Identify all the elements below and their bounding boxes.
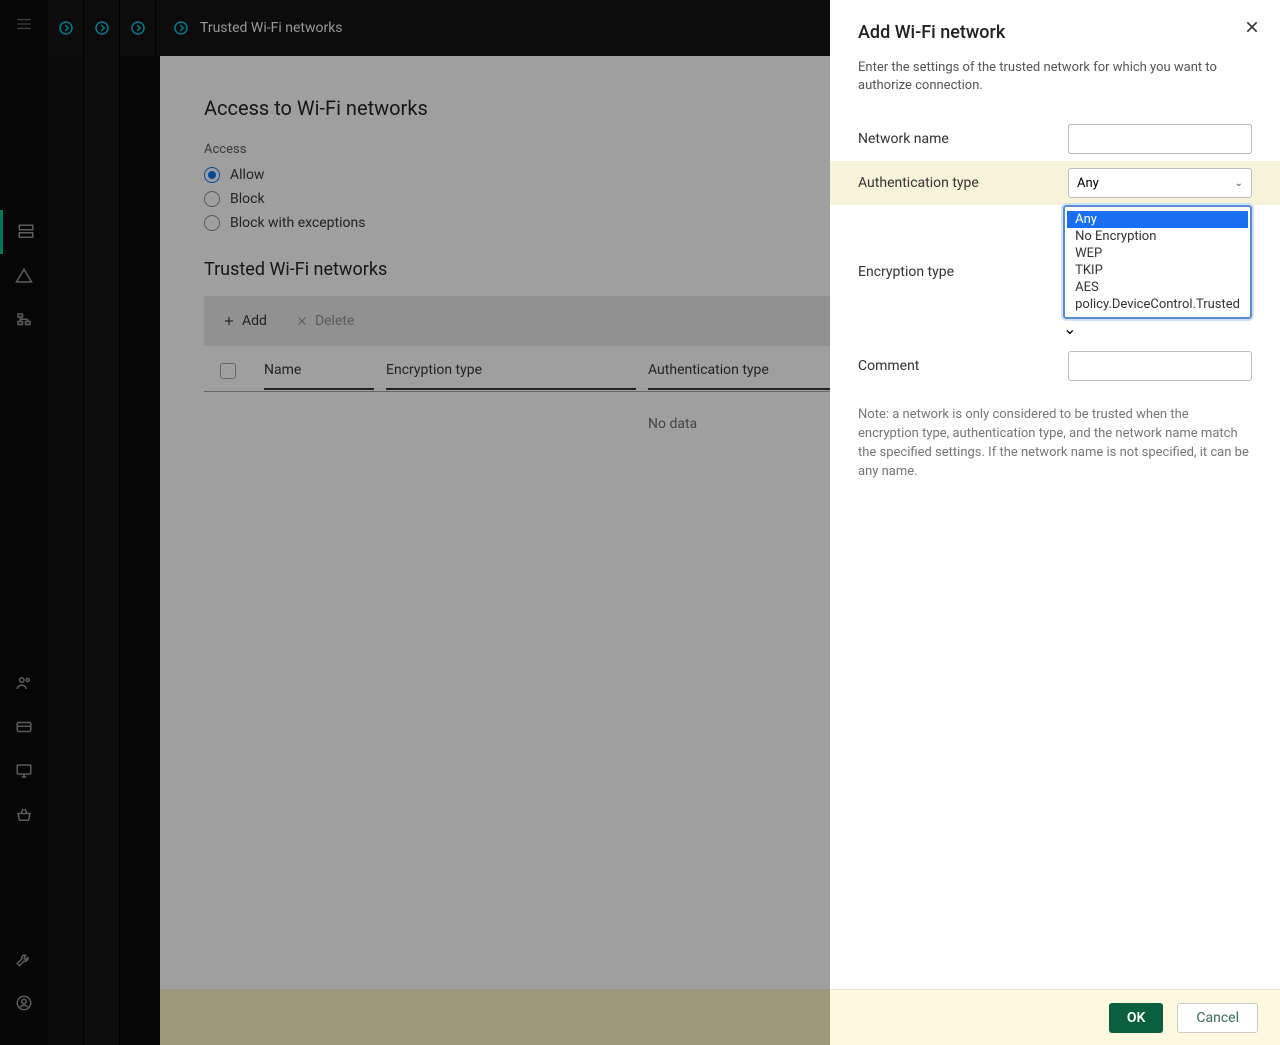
auth-type-select[interactable]: Any ⌄: [1068, 168, 1252, 198]
label-encryption-type: Encryption type: [858, 264, 1063, 280]
panel-note: Note: a network is only considered to be…: [858, 406, 1252, 481]
network-name-input[interactable]: [1068, 124, 1252, 154]
encryption-option[interactable]: No Encryption: [1067, 228, 1248, 245]
encryption-option[interactable]: Any: [1067, 211, 1248, 228]
comment-input[interactable]: [1068, 351, 1252, 381]
panel-subtitle: Enter the settings of the trusted networ…: [858, 59, 1252, 95]
row-encryption-type: Encryption type AnyNo EncryptionWEPTKIPA…: [858, 205, 1252, 338]
row-comment: Comment: [858, 344, 1252, 388]
encryption-type-listbox[interactable]: AnyNo EncryptionWEPTKIPAESpolicy.DeviceC…: [1063, 205, 1252, 319]
cancel-button[interactable]: Cancel: [1177, 1003, 1258, 1033]
add-wifi-panel: Add Wi-Fi network Enter the settings of …: [830, 0, 1280, 1045]
ok-button[interactable]: OK: [1109, 1003, 1164, 1033]
row-network-name: Network name: [858, 117, 1252, 161]
panel-title: Add Wi-Fi network: [858, 22, 1252, 43]
close-icon: [1244, 19, 1260, 35]
encryption-option[interactable]: AES: [1067, 279, 1248, 296]
encryption-option[interactable]: policy.DeviceControl.Trusted: [1067, 296, 1248, 313]
row-auth-type: Authentication type Any ⌄: [830, 161, 1280, 205]
panel-close-button[interactable]: [1244, 16, 1260, 40]
encryption-option[interactable]: TKIP: [1067, 262, 1248, 279]
label-comment: Comment: [858, 358, 1068, 374]
label-network-name: Network name: [858, 131, 1068, 147]
cancel-button-label: Cancel: [1196, 1010, 1239, 1026]
encryption-option[interactable]: WEP: [1067, 245, 1248, 262]
panel-footer: OK Cancel: [830, 989, 1280, 1045]
auth-type-value: Any: [1077, 176, 1099, 191]
label-auth-type: Authentication type: [858, 175, 1068, 191]
chevron-down-icon: ⌄: [1235, 178, 1243, 189]
ok-button-label: OK: [1127, 1010, 1146, 1026]
chevron-down-icon: ⌄: [1063, 319, 1076, 338]
